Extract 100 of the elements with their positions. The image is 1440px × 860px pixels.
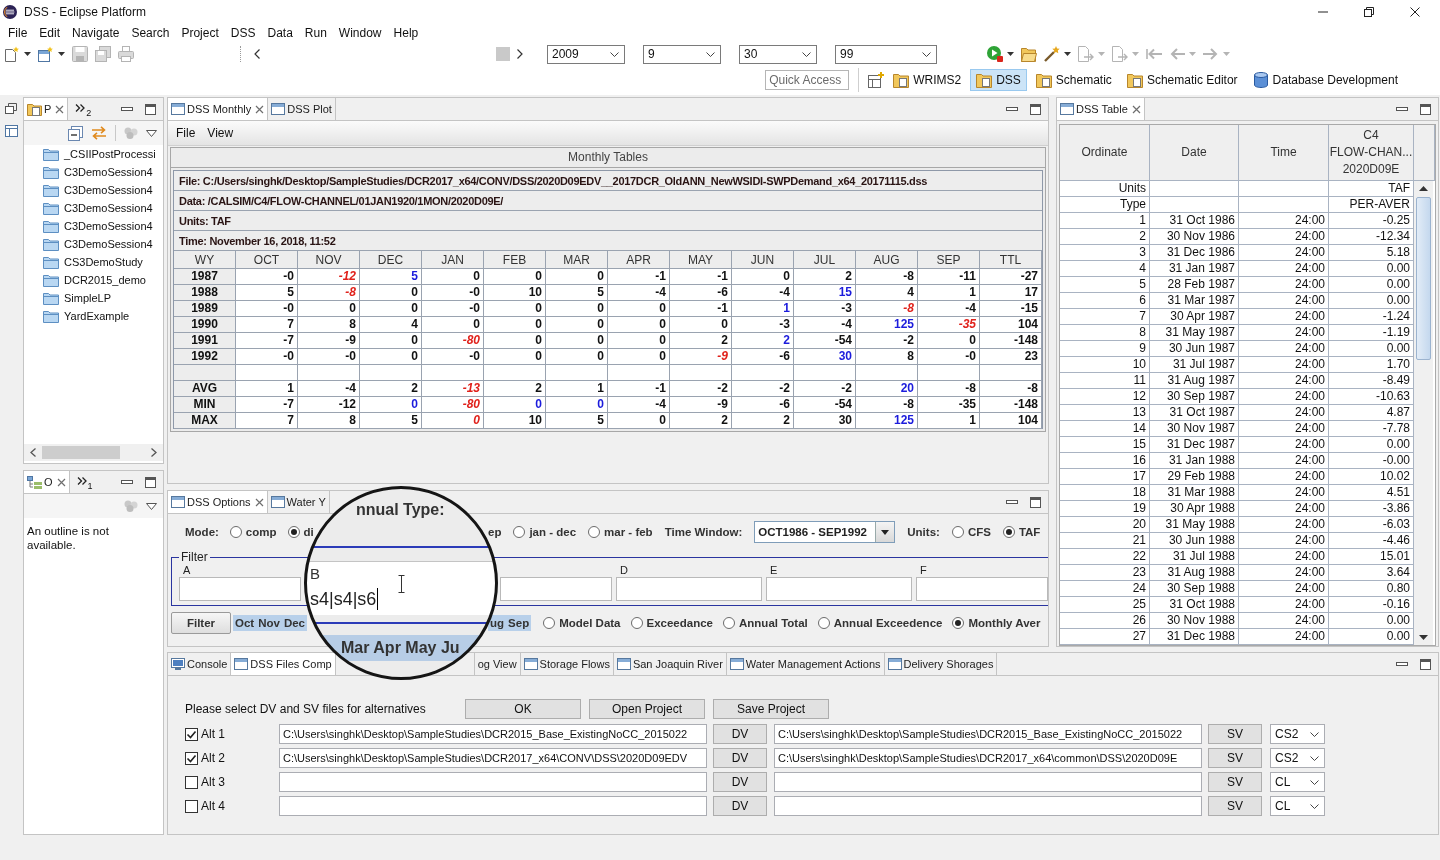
month-item[interactable]: Nov [256,615,282,631]
time-window-dropdown[interactable]: OCT1986 - SEP1992 [754,521,896,543]
tree-item[interactable]: DCR2015_demo [24,271,163,289]
maximize-icon[interactable] [145,103,156,115]
month-item[interactable]: ug [488,615,507,631]
checkbox[interactable]: Alt 1 [185,727,279,741]
file-path-field[interactable] [279,772,707,792]
menu-item[interactable]: Data [261,24,299,42]
perspective-button[interactable]: Database Development [1246,69,1404,91]
minimize-icon[interactable] [1396,662,1408,666]
dropdown[interactable]: 30 [739,44,817,64]
checkbox[interactable]: Alt 2 [185,751,279,765]
checkbox-icon[interactable] [185,727,198,741]
action-button[interactable]: Save Project [713,699,829,719]
tree-item[interactable]: C3DemoSession4 [24,199,163,217]
maximize-icon[interactable] [1420,658,1431,670]
maximize-icon[interactable] [1030,103,1041,115]
input-field[interactable] [500,577,612,601]
radio-icon[interactable] [543,617,556,629]
view-menu-icon[interactable] [146,502,157,510]
menu-item[interactable]: Run [298,24,333,42]
menu-item[interactable]: DSS [224,24,262,42]
radio-icon[interactable] [229,526,242,538]
close-icon[interactable] [255,104,265,114]
tree-item[interactable]: SimpleLP [24,289,163,307]
minimize-icon[interactable] [121,480,133,484]
minimize-icon[interactable] [1396,107,1408,111]
input-field[interactable]: s4|s4|s6 [310,588,379,610]
study-dropdown[interactable]: CS2 [1270,724,1325,744]
tab[interactable]: og View [473,653,521,675]
sv-button[interactable]: SV [1208,724,1262,744]
radio-option[interactable]: Exceedance [630,617,713,629]
checkbox-icon[interactable] [185,799,198,813]
checkbox-icon[interactable] [185,775,198,789]
radio-icon[interactable] [630,617,643,629]
tree-item[interactable]: YardExample [24,307,163,325]
checkbox-icon[interactable] [185,751,198,765]
new-file-icon[interactable] [4,46,20,62]
caret-icon[interactable] [24,52,31,56]
close-icon[interactable] [55,104,65,114]
chevron-left-icon[interactable] [30,448,36,457]
dv-button[interactable]: DV [713,748,767,768]
close-icon[interactable] [254,497,264,507]
file-path-field[interactable]: C:\Users\singhk\Desktop\SampleStudies\DCR2017_x64\CONV\DSS\2020D09EDV [279,748,707,768]
study-dropdown[interactable]: CL [1270,772,1325,792]
tree-item[interactable]: CS3DemoStudy [24,253,163,271]
menu-item[interactable]: Help [387,24,425,42]
minimize-icon[interactable] [1006,500,1018,504]
input-field[interactable] [766,577,912,601]
overflow-button[interactable]: 2 [68,98,96,120]
view-menu-icon[interactable] [146,129,157,137]
restore-window-icon[interactable] [1364,6,1374,17]
close-icon[interactable] [1131,104,1141,114]
up-arrow-icon[interactable] [1419,186,1428,191]
checkbox[interactable]: Alt 4 [185,799,279,813]
file-path-field[interactable] [774,796,1202,816]
sv-button[interactable]: SV [1208,748,1262,768]
overflow-button[interactable]: 1 [69,471,97,493]
collapse-all-icon[interactable] [68,125,83,141]
perspective-button[interactable]: DSS [970,69,1027,91]
caret-icon[interactable] [58,52,65,56]
tab[interactable]: DSS Options [168,491,268,513]
month-item[interactable]: Dec [281,615,307,631]
checkbox[interactable]: Alt 3 [185,775,279,789]
file-path-field[interactable]: C:\Users\singhk\Desktop\SampleStudies\DCR2017_x64\common\DSS\2020D09E [774,748,1202,768]
run-icon[interactable] [987,46,1003,62]
action-button[interactable]: OK [465,699,581,719]
filter-button[interactable]: Filter [171,612,231,634]
minimize-icon[interactable] [121,107,133,111]
tab[interactable]: DSS Table [1057,98,1145,120]
tree-item[interactable]: C3DemoSession4 [24,217,163,235]
radio-option[interactable]: Annual Exceedence [817,617,943,629]
tab[interactable]: DSS Files Comp [231,653,336,675]
menu-item[interactable]: Navigate [66,24,126,42]
sv-button[interactable]: SV [1208,772,1262,792]
close-window-icon[interactable] [1410,6,1420,17]
minimize-window-icon[interactable] [1318,10,1328,13]
sv-button[interactable]: SV [1208,796,1262,816]
menu-item[interactable]: File [176,126,196,140]
window-plus-icon[interactable] [868,72,885,88]
dv-button[interactable]: DV [713,772,767,792]
new-window-icon[interactable] [38,46,54,62]
radio-option[interactable]: Annual Total [723,617,808,629]
dropdown[interactable]: 2009 [547,44,625,64]
month-item[interactable]: Sep [506,615,532,631]
tree-item[interactable]: C3DemoSession4 [24,181,163,199]
radio-icon[interactable] [513,526,526,538]
menu-item[interactable]: Edit [33,24,67,42]
file-path-field[interactable] [774,772,1202,792]
study-dropdown[interactable]: CS2 [1270,748,1325,768]
tab[interactable]: O [24,471,70,493]
radio-icon[interactable] [588,526,601,538]
menu-item[interactable]: Search [125,24,176,42]
maximize-icon[interactable] [145,476,156,488]
radio-option[interactable]: di [287,526,314,538]
dv-button[interactable]: DV [713,796,767,816]
tab[interactable]: P [24,98,69,120]
perspective-button[interactable]: WRIMS2 [887,69,968,91]
tab[interactable]: DSS Monthly [168,98,269,120]
down-arrow-icon[interactable] [1419,635,1428,640]
